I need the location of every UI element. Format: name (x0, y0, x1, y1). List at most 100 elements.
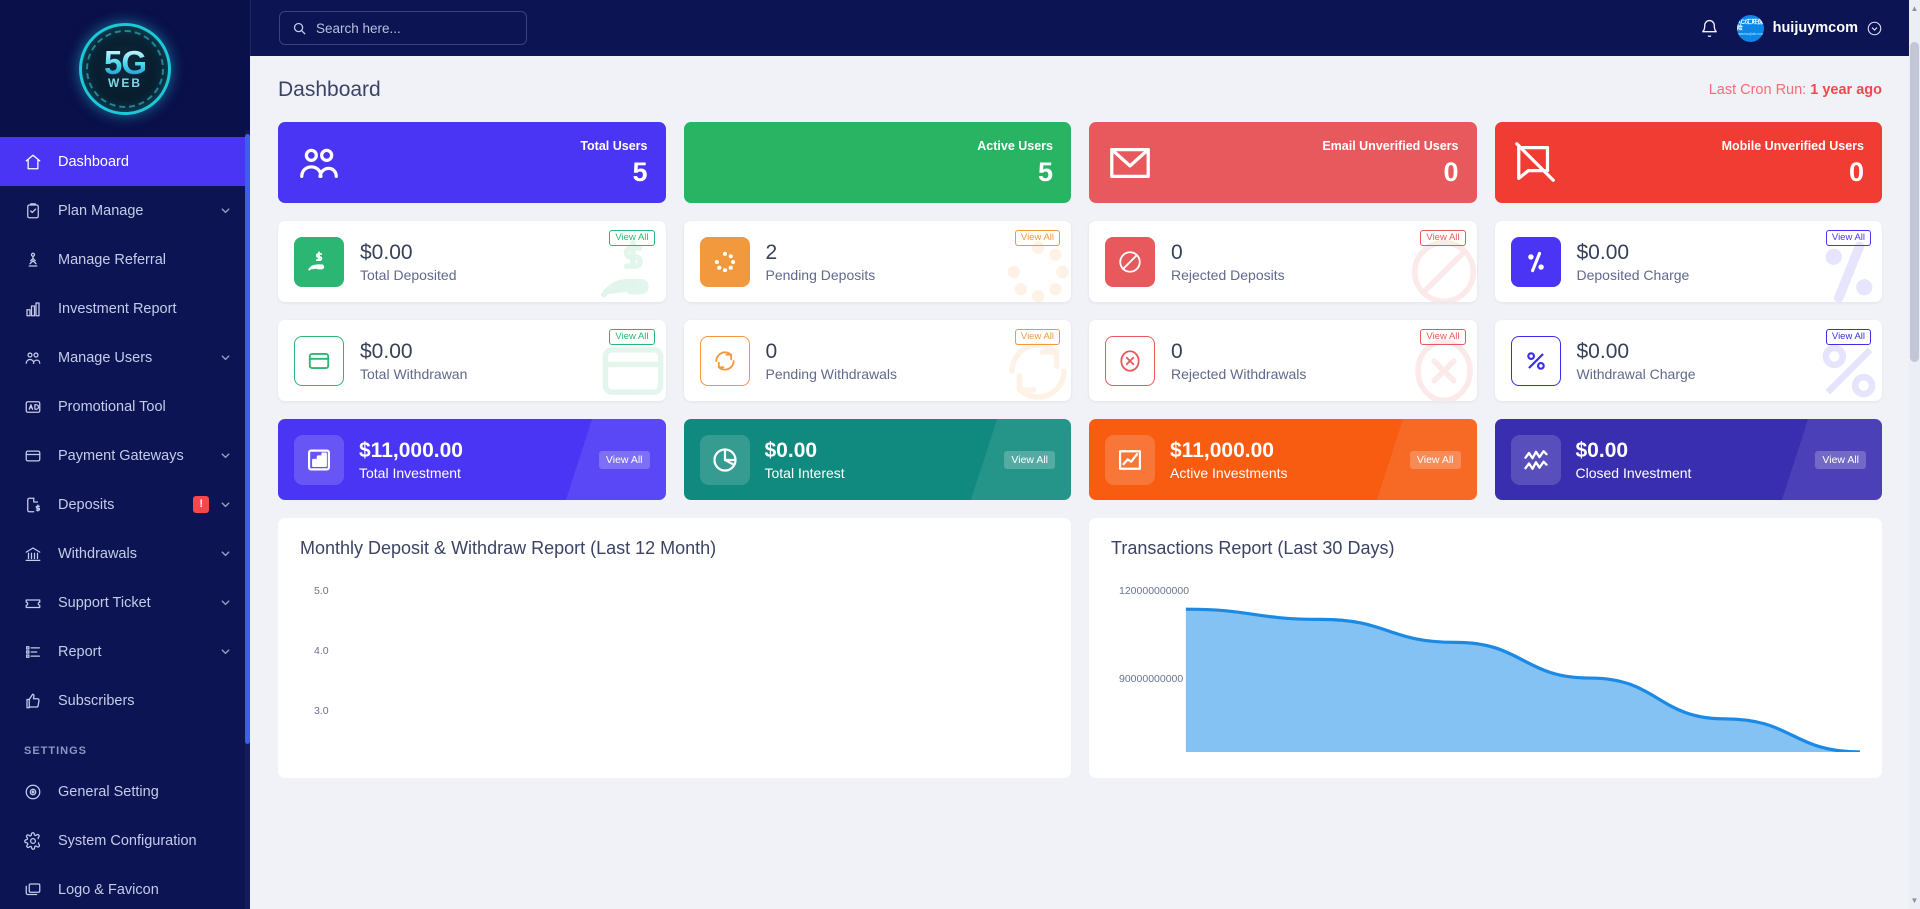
sidebar-item-label: Report (58, 643, 102, 660)
sidebar-item-withdrawals[interactable]: Withdrawals (0, 529, 250, 578)
chevron-down-icon[interactable] (219, 498, 232, 511)
card-label: Deposited Charge (1576, 267, 1690, 283)
sidebar-item-investment-report[interactable]: Investment Report (0, 284, 250, 333)
zigzag-chart-icon (1510, 434, 1561, 485)
card-total-interest[interactable]: $0.00 Total Interest View All (683, 419, 1071, 500)
sidebar-item-report[interactable]: Report (0, 627, 250, 676)
view-all-link[interactable]: View All (1014, 329, 1060, 345)
sidebar-item-subscribers[interactable]: Subscribers (0, 676, 250, 725)
stat-text: Mobile Unverified Users 0 (1722, 138, 1864, 188)
view-all-link[interactable]: View All (1409, 450, 1461, 469)
search-box[interactable] (279, 11, 527, 45)
view-all-link[interactable]: View All (598, 450, 650, 469)
sidebar-item-manage-users[interactable]: Manage Users (0, 333, 250, 382)
bar-chart-box-icon (294, 434, 344, 485)
chevron-down-icon[interactable] (219, 645, 232, 658)
sidebar-item-label: Investment Report (58, 300, 177, 317)
scroll-up-arrow[interactable]: ▲ (1910, 4, 1919, 13)
chevron-down-icon[interactable] (219, 547, 232, 560)
stat-text: Total Users 5 (580, 138, 647, 188)
view-all-link[interactable]: View All (609, 329, 655, 345)
sidebar-nav: Dashboard Plan Manage Manage Referral In… (0, 137, 250, 725)
avatar: AC/汇旺保险 www.huojinfo.com (1736, 14, 1764, 42)
sidebar-item-label: Dashboard (58, 153, 129, 170)
card-body: $0.00 Deposited Charge (1577, 240, 1690, 283)
view-all-link[interactable]: View All (609, 230, 655, 246)
users-group-icon (24, 349, 50, 367)
images-icon (24, 881, 50, 899)
chevron-down-icon[interactable] (219, 596, 232, 609)
card-active-investments[interactable]: $11,000.00 Active Investments View All (1089, 419, 1477, 500)
card-body: $0.00 Withdrawal Charge (1577, 339, 1696, 382)
stat-value: 0 (1848, 156, 1864, 187)
stat-card-mobile-unverified-users[interactable]: Mobile Unverified Users 0 (1494, 122, 1882, 203)
sidebar-item-logo-favicon[interactable]: Logo & Favicon (0, 865, 250, 909)
card-icon (294, 335, 344, 386)
card-label: Rejected Deposits (1171, 267, 1285, 283)
stat-label: Email Unverified Users (1322, 138, 1459, 153)
page-scrollbar-thumb[interactable] (1910, 42, 1919, 362)
sidebar-item-support-ticket[interactable]: Support Ticket (0, 578, 250, 627)
percent-sign-icon (1510, 335, 1561, 386)
card-body: 2 Pending Deposits (766, 240, 876, 283)
chevron-down-icon[interactable] (219, 449, 232, 462)
page-header: Dashboard Last Cron Run: 1 year ago (278, 78, 1882, 102)
chevron-down-icon[interactable] (219, 351, 232, 364)
sidebar-item-dashboard[interactable]: Dashboard (0, 137, 250, 186)
view-all-link[interactable]: View All (1815, 450, 1866, 469)
card-withdrawal-charge[interactable]: $0.00 Withdrawal Charge View All (1494, 320, 1882, 401)
chevron-down-circle-icon[interactable] (1867, 21, 1882, 36)
bank-icon (24, 545, 50, 563)
sidebar-item-system-configuration[interactable]: System Configuration (0, 816, 250, 865)
investment-row: $11,000.00 Total Investment View All $0.… (278, 419, 1882, 500)
card-pending-withdrawals[interactable]: 0 Pending Withdrawals View All (683, 320, 1071, 401)
card-rejected-withdrawals[interactable]: 0 Rejected Withdrawals View All (1089, 320, 1477, 401)
y-axis-tick: 5.0 (314, 585, 329, 597)
sidebar-item-badge: ! (193, 496, 209, 513)
sidebar-item-promotional-tool[interactable]: Promotional Tool (0, 382, 250, 431)
transactions-report-chart-card: Transactions Report (Last 30 Days) 12000… (1089, 518, 1882, 778)
view-all-link[interactable]: View All (1420, 230, 1466, 246)
sidebar-item-label: System Configuration (58, 832, 197, 849)
card-closed-investment[interactable]: $0.00 Closed Investment View All (1494, 419, 1882, 500)
y-axis-tick: 4.0 (314, 645, 329, 657)
brand-logo[interactable]: 5G WEB (0, 0, 250, 137)
card-total-withdrawan[interactable]: $0.00 Total Withdrawan View All (278, 320, 666, 401)
disc-settings-icon (24, 783, 50, 801)
card-deposited-charge[interactable]: $0.00 Deposited Charge View All (1494, 221, 1882, 302)
stat-text: Active Users 5 (977, 138, 1053, 188)
stat-text: Email Unverified Users 0 (1322, 138, 1458, 188)
view-all-link[interactable]: View All (1014, 230, 1060, 246)
monthly-report-chart-card: Monthly Deposit & Withdraw Report (Last … (278, 518, 1071, 778)
view-all-link[interactable]: View All (1825, 329, 1871, 345)
view-all-link[interactable]: View All (1420, 329, 1466, 345)
card-body: $11,000.00 Active Investments (1170, 438, 1288, 481)
card-total-investment[interactable]: $11,000.00 Total Investment View All (278, 419, 666, 500)
avatar-line1: AC/汇旺保险 (1736, 19, 1764, 32)
user-menu[interactable]: AC/汇旺保险 www.huojinfo.com huijuymcom (1736, 14, 1882, 42)
sidebar-item-general-setting[interactable]: General Setting (0, 767, 250, 816)
sidebar-item-deposits[interactable]: Deposits ! (0, 480, 250, 529)
stat-card-active-users[interactable]: Active Users 5 (683, 122, 1071, 203)
card-body: 0 Pending Withdrawals (766, 339, 898, 382)
card-body: 0 Rejected Deposits (1171, 240, 1285, 283)
avatar-line2: www.huojinfo.com (1736, 31, 1764, 36)
card-rejected-deposits[interactable]: 0 Rejected Deposits View All (1089, 221, 1477, 302)
stat-card-total-users[interactable]: Total Users 5 (278, 122, 666, 203)
bell-icon[interactable] (1700, 19, 1719, 38)
scroll-down-arrow[interactable]: ▼ (1910, 896, 1919, 905)
sidebar-item-manage-referral[interactable]: Manage Referral (0, 235, 250, 284)
card-value: $11,000.00 (1170, 439, 1274, 462)
percent-icon (1510, 236, 1561, 287)
card-label: Pending Deposits (765, 267, 876, 283)
view-all-link[interactable]: View All (1825, 230, 1871, 246)
view-all-link[interactable]: View All (1004, 450, 1055, 469)
stat-card-email-unverified-users[interactable]: Email Unverified Users 0 (1089, 122, 1477, 203)
chevron-down-icon[interactable] (219, 204, 232, 217)
card-total-deposited[interactable]: $0.00 Total Deposited View All (278, 221, 666, 302)
sidebar-item-plan-manage[interactable]: Plan Manage (0, 186, 250, 235)
sidebar-item-payment-gateways[interactable]: Payment Gateways (0, 431, 250, 480)
search-input[interactable] (316, 20, 514, 36)
card-pending-deposits[interactable]: 2 Pending Deposits View All (683, 221, 1071, 302)
cron-label: Last Cron Run: (1708, 82, 1811, 98)
